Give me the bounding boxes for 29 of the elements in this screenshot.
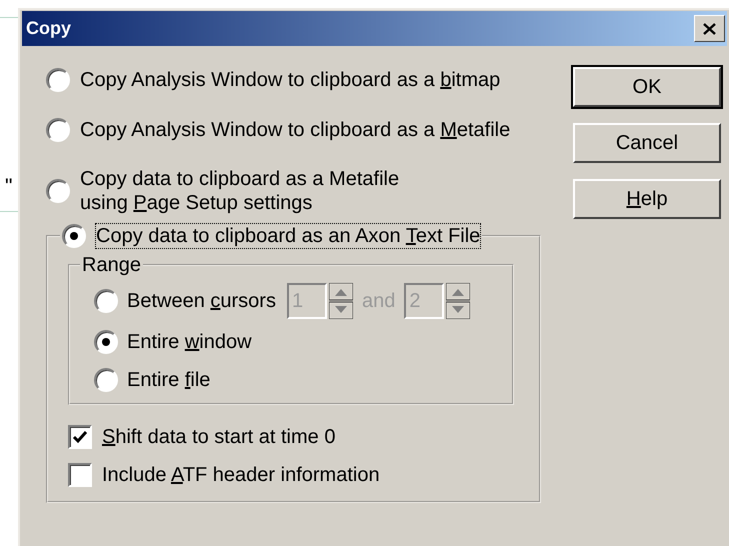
dialog-button[interactable]: OK (573, 67, 721, 107)
checkbox[interactable] (68, 463, 92, 487)
radio-button[interactable] (46, 179, 70, 203)
spin-buttons[interactable] (328, 283, 353, 319)
spin-buttons[interactable] (446, 283, 470, 319)
checkbox[interactable] (68, 425, 92, 449)
option-label: Entire file (127, 368, 210, 392)
option-label: Copy data to clipboard as a Metafile using Page Setup settings (80, 167, 400, 215)
joiner-label: and (362, 289, 396, 314)
check-icon (72, 430, 88, 444)
text-fragment: " (5, 174, 12, 200)
option-label: Copy Analysis Window to clipboard as a bitmap (80, 68, 500, 92)
radio-button[interactable] (46, 68, 70, 92)
dialog-button[interactable]: Cancel (573, 123, 721, 163)
option-label: Between cursors (127, 289, 276, 313)
group-label: Range (81, 253, 142, 278)
radio-button[interactable] (46, 118, 70, 142)
radio-button[interactable] (62, 224, 86, 248)
option-label: Include ATF header information (102, 463, 380, 487)
dialog-button[interactable]: Help (573, 179, 721, 219)
option-label: Copy Analysis Window to clipboard as a Metafile (80, 118, 510, 142)
radio-button[interactable] (94, 330, 118, 354)
close-icon (703, 22, 716, 34)
option-label: Entire window (127, 330, 252, 354)
option-label: Shift data to start at time 0 (102, 425, 336, 449)
window-title: Copy (26, 17, 71, 40)
option-label: Copy data to clipboard as an Axon Text File (96, 224, 480, 248)
close-button[interactable] (694, 15, 725, 42)
radio-button[interactable] (94, 368, 118, 392)
